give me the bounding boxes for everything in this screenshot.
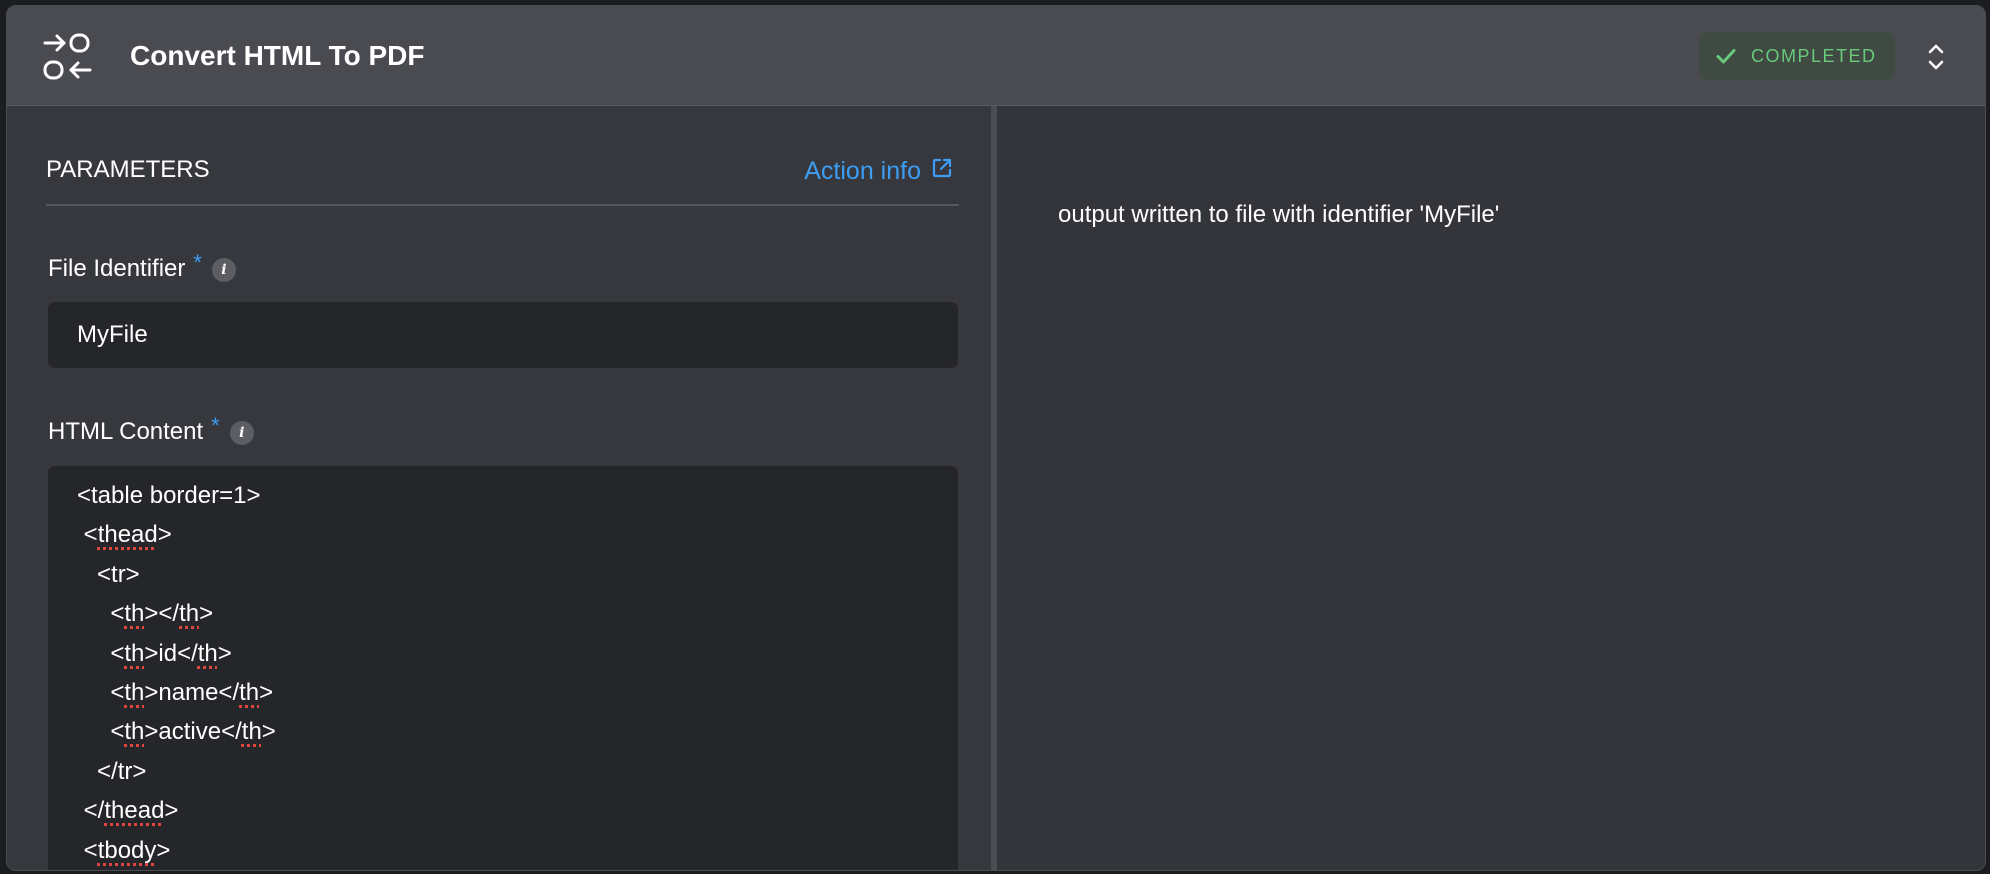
misspelled-word: th — [197, 639, 218, 667]
misspelled-word: thead — [97, 521, 158, 549]
code-line: <tbody> — [77, 831, 929, 870]
code-text: < — [77, 521, 98, 549]
convert-arrows-icon — [43, 33, 92, 80]
required-asterisk: * — [193, 250, 202, 275]
code-text: > — [157, 521, 172, 549]
code-line: <table border=1> — [77, 476, 929, 515]
info-icon[interactable]: i — [229, 421, 254, 445]
misspelled-word: th — [239, 679, 260, 707]
status-badge: COMPLETED — [1699, 32, 1895, 80]
code-text: > — [261, 718, 276, 746]
code-text: >active</ — [144, 718, 242, 746]
action-info-link[interactable]: Action info — [804, 155, 953, 187]
code-line: <th>name</th> — [77, 673, 929, 712]
code-text: > — [156, 836, 171, 864]
file-identifier-input[interactable] — [48, 302, 958, 368]
required-asterisk: * — [211, 413, 220, 438]
code-text: > — [199, 600, 214, 628]
code-line: <th>id</th> — [77, 634, 929, 673]
info-icon[interactable]: i — [211, 258, 236, 282]
code-text: > — [259, 679, 274, 707]
code-text: > — [217, 639, 232, 667]
misspelled-word: thead — [104, 797, 165, 825]
code-text: >name</ — [144, 679, 240, 707]
misspelled-word: th — [124, 639, 145, 667]
code-line: </thead> — [77, 791, 929, 830]
checkmark-icon — [1716, 49, 1736, 64]
parameters-heading: PARAMETERS — [46, 156, 210, 183]
html-content-label-text: HTML Content — [48, 418, 204, 445]
page-title: Convert HTML To PDF — [130, 40, 425, 71]
code-text: < — [77, 836, 98, 864]
misspelled-word: tbody — [97, 836, 157, 864]
code-text: ></ — [144, 600, 180, 628]
html-content-label: HTML Content * i — [48, 413, 254, 447]
code-text: <table border=1> — [77, 482, 261, 509]
html-content-textarea[interactable]: <table border=1> <thead> <tr> <th></th> … — [48, 466, 958, 870]
code-text: > — [164, 797, 179, 825]
external-link-icon — [932, 158, 952, 178]
code-text: </ — [77, 797, 105, 825]
output-panel: output written to file with identifier '… — [997, 106, 1985, 870]
expand-collapse-icon[interactable] — [1921, 40, 1951, 74]
code-text: < — [77, 600, 125, 628]
misspelled-word: th — [241, 718, 262, 746]
code-line: <tr> — [77, 555, 929, 594]
code-text: >id</ — [144, 639, 198, 667]
misspelled-word: th — [124, 679, 145, 707]
file-identifier-label: File Identifier * i — [48, 250, 236, 284]
card-header: Convert HTML To PDF COMPLETED — [7, 6, 1985, 106]
code-line: </tr> — [77, 752, 929, 791]
action-info-label: Action info — [804, 157, 921, 185]
code-text: < — [77, 679, 125, 707]
code-text: < — [77, 639, 125, 667]
misspelled-word: th — [124, 600, 145, 628]
code-line: <thead> — [77, 515, 929, 554]
output-message: output written to file with identifier '… — [1058, 201, 1500, 228]
section-divider — [46, 204, 959, 206]
file-identifier-label-text: File Identifier — [48, 255, 186, 282]
status-label: COMPLETED — [1751, 45, 1877, 66]
code-text: </tr> — [77, 757, 147, 785]
action-card: Convert HTML To PDF COMPLETED PARAMETERS… — [6, 5, 1986, 871]
code-line: <th>active</th> — [77, 712, 929, 751]
code-text: <tr> — [77, 560, 140, 588]
parameters-panel: PARAMETERS Action info File Identifier *… — [7, 106, 991, 870]
misspelled-word: th — [179, 600, 200, 628]
code-line: <th></th> — [77, 594, 929, 633]
misspelled-word: th — [124, 718, 145, 746]
code-text: < — [77, 718, 125, 746]
